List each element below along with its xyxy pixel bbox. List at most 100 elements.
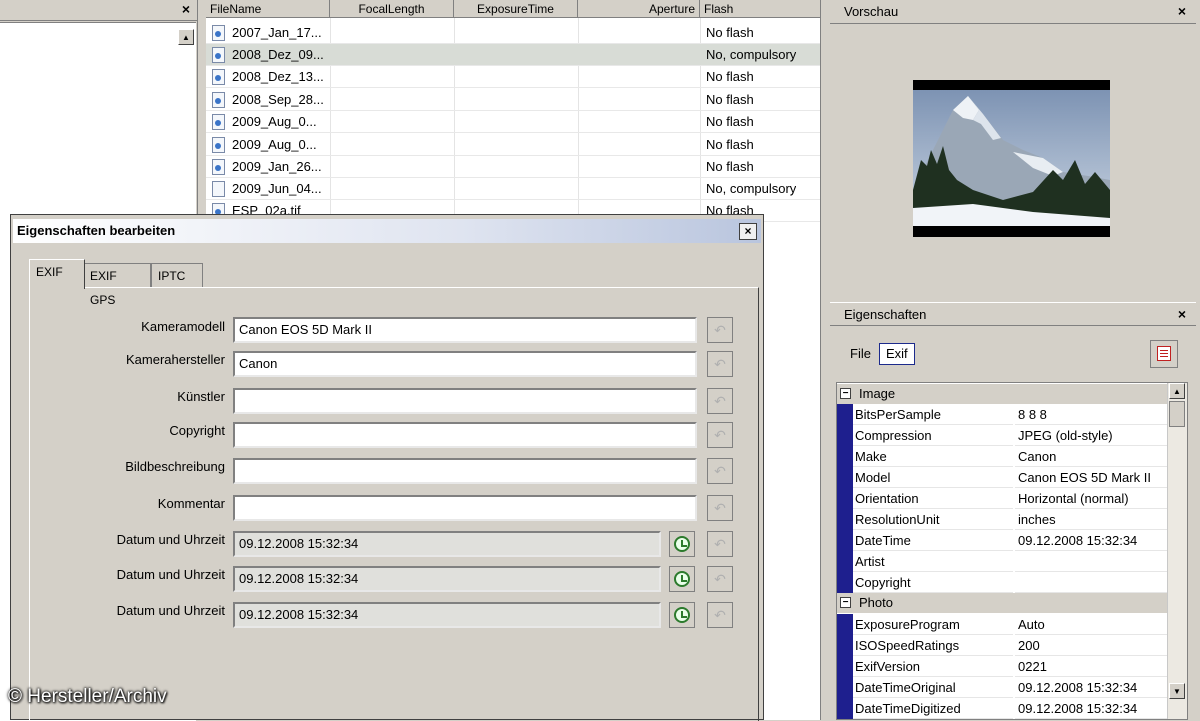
preview-header: Vorschau: [830, 0, 1196, 24]
scroll-down-icon[interactable]: ▼: [1169, 683, 1185, 699]
category-photo[interactable]: − Photo: [837, 593, 1167, 613]
table-row[interactable]: 2008_Dez_09... No, compulsory: [206, 44, 820, 66]
reset-button[interactable]: [707, 495, 733, 521]
property-row[interactable]: ExifVersion 0221: [837, 656, 1167, 677]
table-row[interactable]: 2009_Jan_26... No flash: [206, 156, 820, 178]
category-image[interactable]: − Image: [837, 384, 1167, 404]
table-row[interactable]: 2009_Aug_0... No flash: [206, 111, 820, 133]
clock-button[interactable]: [669, 602, 695, 628]
property-value: Auto: [1015, 614, 1167, 635]
table-row[interactable]: 2008_Sep_28... No flash: [206, 89, 820, 111]
tab-exif[interactable]: EXIF: [29, 259, 85, 289]
property-grid[interactable]: − Image BitsPerSample 8 8 8 Compression JP…: [836, 382, 1188, 720]
preview-title: Vorschau: [844, 4, 899, 19]
collapse-icon[interactable]: −: [840, 388, 851, 399]
folder-tree-close-icon[interactable]: ×: [178, 1, 194, 17]
edit-properties-dialog: Eigenschaften bearbeiten × EXIF EXIF GPS…: [10, 214, 764, 721]
column-header-focallength[interactable]: FocalLength: [330, 0, 454, 18]
property-row[interactable]: Make Canon: [837, 446, 1167, 467]
property-key: Orientation: [853, 488, 1013, 509]
column-header-filename[interactable]: FileName: [206, 0, 330, 18]
properties-tab-exif[interactable]: Exif: [879, 343, 915, 365]
property-row[interactable]: Orientation Horizontal (normal): [837, 488, 1167, 509]
clock-button[interactable]: [669, 566, 695, 592]
properties-title: Eigenschaften: [844, 307, 927, 322]
dialog-title: Eigenschaften bearbeiten: [17, 223, 176, 238]
column-header-aperture[interactable]: Aperture: [578, 0, 700, 18]
preview-close-icon[interactable]: ×: [1174, 3, 1190, 19]
scroll-thumb[interactable]: [1169, 401, 1185, 427]
edit-properties-button[interactable]: [1150, 340, 1178, 368]
property-row[interactable]: ISOSpeedRatings 200: [837, 635, 1167, 656]
label-kameramodell: Kameramodell: [141, 319, 225, 334]
property-row[interactable]: DateTimeDigitized 09.12.2008 15:32:34: [837, 698, 1167, 719]
tab-exif-gps[interactable]: EXIF GPS: [83, 263, 151, 307]
copyright-field[interactable]: [233, 422, 697, 448]
properties-header: Eigenschaften: [830, 302, 1196, 326]
table-row[interactable]: 2009_Aug_0... No flash: [206, 134, 820, 156]
reset-button[interactable]: [707, 422, 733, 448]
property-value: Canon: [1015, 446, 1167, 467]
image-file-icon: [212, 69, 225, 85]
reset-button[interactable]: [707, 602, 733, 628]
datetime-field[interactable]: 09.12.2008 15:32:34: [233, 602, 661, 628]
reset-button[interactable]: [707, 458, 733, 484]
kommentar-field[interactable]: [233, 495, 697, 521]
reset-button[interactable]: [707, 566, 733, 592]
property-grid-scrollbar[interactable]: ▲ ▼: [1167, 383, 1187, 719]
dialog-titlebar[interactable]: Eigenschaften bearbeiten ×: [13, 219, 761, 243]
table-row[interactable]: 2008_Dez_13... No flash: [206, 66, 820, 88]
category-label: Photo: [859, 595, 893, 610]
reset-button[interactable]: [707, 317, 733, 343]
property-row[interactable]: Compression JPEG (old-style): [837, 425, 1167, 446]
label-copyright: Copyright: [169, 423, 225, 438]
reset-button[interactable]: [707, 388, 733, 414]
property-row[interactable]: ExposureProgram Auto: [837, 614, 1167, 635]
tab-iptc[interactable]: IPTC: [151, 263, 203, 287]
property-row[interactable]: DateTime 09.12.2008 15:32:34: [837, 530, 1167, 551]
reset-button[interactable]: [707, 531, 733, 557]
label-kuenstler: Künstler: [177, 389, 225, 404]
clock-icon: [674, 607, 690, 623]
file-name: 2008_Dez_09...: [232, 47, 324, 62]
property-row[interactable]: DateTimeOriginal 09.12.2008 15:32:34: [837, 677, 1167, 698]
datetime-field[interactable]: 09.12.2008 15:32:34: [233, 531, 661, 557]
blank-file-icon: [212, 181, 225, 197]
property-key: ISOSpeedRatings: [853, 635, 1013, 656]
edit-form-icon: [1157, 346, 1171, 361]
properties-close-icon[interactable]: ×: [1174, 306, 1190, 322]
kamerahersteller-field[interactable]: Canon: [233, 351, 697, 377]
file-flash: No flash: [706, 25, 754, 40]
kuenstler-field[interactable]: [233, 388, 697, 414]
property-key: Model: [853, 467, 1013, 488]
dialog-close-icon[interactable]: ×: [739, 223, 757, 240]
scroll-up-icon[interactable]: ▲: [1169, 383, 1185, 399]
property-row[interactable]: BitsPerSample 8 8 8: [837, 404, 1167, 425]
file-name: 2008_Dez_13...: [232, 69, 324, 84]
properties-tab-file[interactable]: File: [850, 346, 871, 361]
file-flash: No, compulsory: [706, 181, 797, 196]
image-file-icon: [212, 92, 225, 108]
clock-button[interactable]: [669, 531, 695, 557]
property-row[interactable]: Artist: [837, 551, 1167, 572]
property-value: 200: [1015, 635, 1167, 656]
file-name: 2007_Jan_17...: [232, 25, 322, 40]
column-header-flash[interactable]: Flash: [700, 0, 820, 18]
reset-button[interactable]: [707, 351, 733, 377]
datetime-field[interactable]: 09.12.2008 15:32:34: [233, 566, 661, 592]
column-header-exposuretime[interactable]: ExposureTime: [454, 0, 578, 18]
file-flash: No flash: [706, 137, 754, 152]
property-row[interactable]: Model Canon EOS 5D Mark II: [837, 467, 1167, 488]
file-name: 2009_Jun_04...: [232, 181, 322, 196]
scroll-up-icon[interactable]: ▲: [178, 29, 194, 45]
property-value: 09.12.2008 15:32:34: [1015, 530, 1167, 551]
property-row[interactable]: ResolutionUnit inches: [837, 509, 1167, 530]
table-row[interactable]: 2009_Jun_04... No, compulsory: [206, 178, 820, 200]
table-row[interactable]: 2007_Jan_17... No flash: [206, 22, 820, 44]
collapse-icon[interactable]: −: [840, 597, 851, 608]
property-key: Compression: [853, 425, 1013, 446]
property-row[interactable]: Copyright: [837, 572, 1167, 593]
file-flash: No flash: [706, 69, 754, 84]
bildbeschreibung-field[interactable]: [233, 458, 697, 484]
kameramodell-field[interactable]: Canon EOS 5D Mark II: [233, 317, 697, 343]
